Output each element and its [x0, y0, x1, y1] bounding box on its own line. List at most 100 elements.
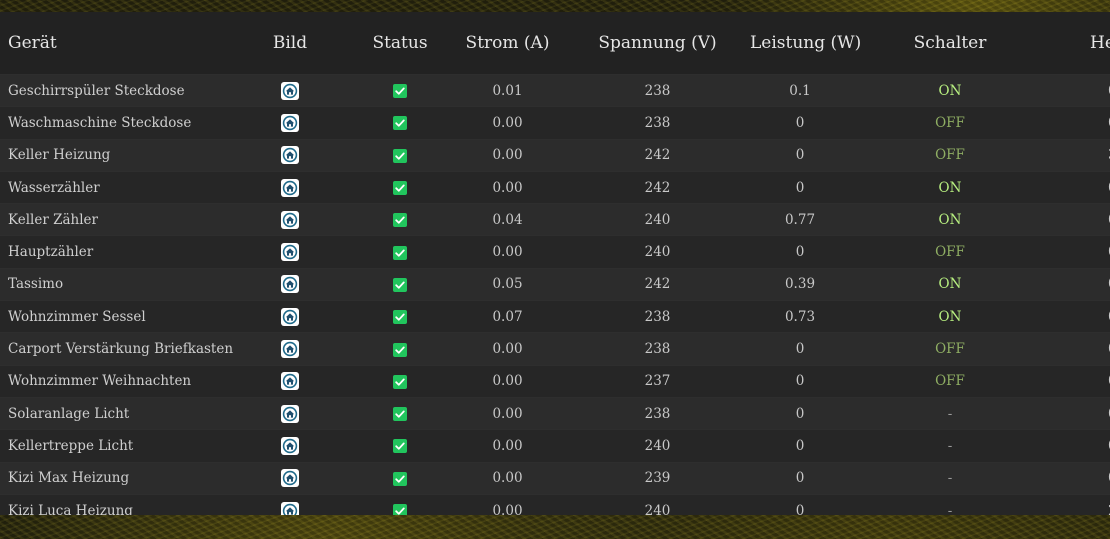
schalter-toggle[interactable]: - [850, 493, 1050, 515]
device-table-container: Gerät Bild Status Strom (A) Spannung (V)… [0, 12, 1110, 515]
device-image-cell [230, 138, 350, 172]
table-header-row: Gerät Bild Status Strom (A) Spannung (V)… [0, 12, 1110, 75]
leistung-value: 0 [750, 235, 850, 269]
schalter-toggle[interactable]: OFF [850, 106, 1050, 140]
home-device-icon[interactable] [281, 146, 299, 165]
status-cell [350, 138, 450, 172]
table-row: Wohnzimmer Weihnachten 0.00 237 0 OFF 0.… [0, 364, 1110, 398]
leistung-value: 0 [750, 138, 850, 172]
schalter-toggle[interactable]: OFF [850, 364, 1050, 398]
heute-value: 2.42 [1050, 493, 1110, 515]
status-cell [350, 235, 450, 269]
leistung-value: 0.73 [750, 300, 850, 333]
schalter-toggle[interactable]: OFF [850, 138, 1050, 172]
status-cell [350, 300, 450, 333]
leistung-value: 0 [750, 106, 850, 140]
spannung-value: 238 [565, 73, 750, 107]
checkmark-icon [393, 439, 407, 454]
device-image-cell [230, 235, 350, 269]
table-row: Tassimo 0.05 242 0.39 ON 0.00 [0, 267, 1110, 301]
home-device-icon[interactable] [281, 307, 299, 326]
device-image-cell [230, 493, 350, 515]
checkmark-icon [393, 504, 407, 515]
home-device-icon[interactable] [281, 501, 299, 515]
strom-value: 0.00 [450, 138, 565, 172]
status-cell [350, 267, 450, 301]
device-name: Wohnzimmer Sessel [0, 300, 230, 333]
schalter-toggle[interactable]: ON [850, 300, 1050, 333]
home-device-icon[interactable] [281, 469, 299, 488]
schalter-toggle[interactable]: OFF [850, 235, 1050, 269]
device-name: Waschmaschine Steckdose [0, 106, 230, 140]
column-header-heute[interactable]: Heute (kW [1050, 12, 1110, 75]
status-cell [350, 73, 450, 107]
device-image-cell [230, 300, 350, 333]
device-name: Hauptzähler [0, 235, 230, 269]
heute-value: 0.00 [1050, 429, 1110, 463]
home-device-icon[interactable] [281, 113, 299, 132]
schalter-toggle[interactable]: - [850, 429, 1050, 463]
schalter-toggle[interactable]: ON [850, 73, 1050, 107]
checkmark-icon [393, 116, 407, 131]
spannung-value: 240 [565, 235, 750, 269]
table-row: Wohnzimmer Sessel 0.07 238 0.73 ON 0.01 [0, 300, 1110, 333]
home-device-icon[interactable] [281, 436, 299, 455]
strom-value: 0.00 [450, 429, 565, 463]
device-image-cell [230, 429, 350, 463]
column-header-strom[interactable]: Strom (A) [450, 12, 565, 75]
device-table: Gerät Bild Status Strom (A) Spannung (V)… [0, 12, 1110, 515]
checkmark-icon [393, 181, 407, 196]
schalter-toggle[interactable]: - [850, 461, 1050, 495]
home-device-icon[interactable] [281, 81, 299, 100]
schalter-toggle[interactable]: OFF [850, 332, 1050, 366]
device-image-cell [230, 170, 350, 204]
column-header-geraet[interactable]: Gerät [0, 12, 230, 75]
device-name: Wohnzimmer Weihnachten [0, 364, 230, 398]
spannung-value: 239 [565, 461, 750, 495]
leistung-value: 0.39 [750, 267, 850, 301]
home-device-icon[interactable] [281, 178, 299, 197]
status-cell [350, 106, 450, 140]
home-device-icon[interactable] [281, 275, 299, 294]
heute-value: 3.06 [1050, 138, 1110, 172]
column-header-bild[interactable]: Bild [230, 12, 350, 75]
spannung-value: 240 [565, 203, 750, 236]
checkmark-icon [393, 84, 407, 99]
column-header-status[interactable]: Status [350, 12, 450, 75]
strom-value: 0.00 [450, 364, 565, 398]
strom-value: 0.01 [450, 73, 565, 107]
device-name: Keller Zähler [0, 203, 230, 236]
home-device-icon[interactable] [281, 404, 299, 423]
home-device-icon[interactable] [281, 340, 299, 359]
table-row: Geschirrspüler Steckdose 0.01 238 0.1 ON [0, 73, 1110, 107]
device-image-cell [230, 396, 350, 430]
device-image-cell [230, 106, 350, 140]
strom-value: 0.00 [450, 396, 565, 430]
strom-value: 0.00 [450, 461, 565, 495]
status-cell [350, 493, 450, 515]
column-header-schalter[interactable]: Schalter [850, 12, 1050, 75]
leistung-value: 0 [750, 493, 850, 515]
column-header-leistung[interactable]: Leistung (W) [750, 12, 861, 75]
schalter-toggle[interactable]: ON [850, 267, 1050, 301]
device-name: Solaranlage Licht [0, 396, 230, 430]
leistung-value: 0 [750, 332, 850, 366]
strom-value: 0.00 [450, 170, 565, 204]
checkmark-icon [393, 407, 407, 422]
spannung-value: 242 [565, 170, 750, 204]
schalter-toggle[interactable]: ON [850, 203, 1050, 236]
schalter-toggle[interactable]: ON [850, 170, 1050, 204]
strom-value: 0.04 [450, 203, 565, 236]
schalter-toggle[interactable]: - [850, 396, 1050, 430]
home-device-icon[interactable] [281, 210, 299, 229]
column-header-spannung[interactable]: Spannung (V) [565, 12, 750, 75]
device-name: Geschirrspüler Steckdose [0, 73, 230, 107]
home-device-icon[interactable] [281, 372, 299, 391]
table-row: Hauptzähler 0.00 240 0 OFF 0.00 [0, 235, 1110, 269]
status-cell [350, 461, 450, 495]
home-device-icon[interactable] [281, 243, 299, 262]
checkmark-icon [393, 471, 407, 486]
heute-value: 0.00 [1050, 461, 1110, 495]
device-image-cell [230, 203, 350, 236]
device-image-cell [230, 73, 350, 107]
